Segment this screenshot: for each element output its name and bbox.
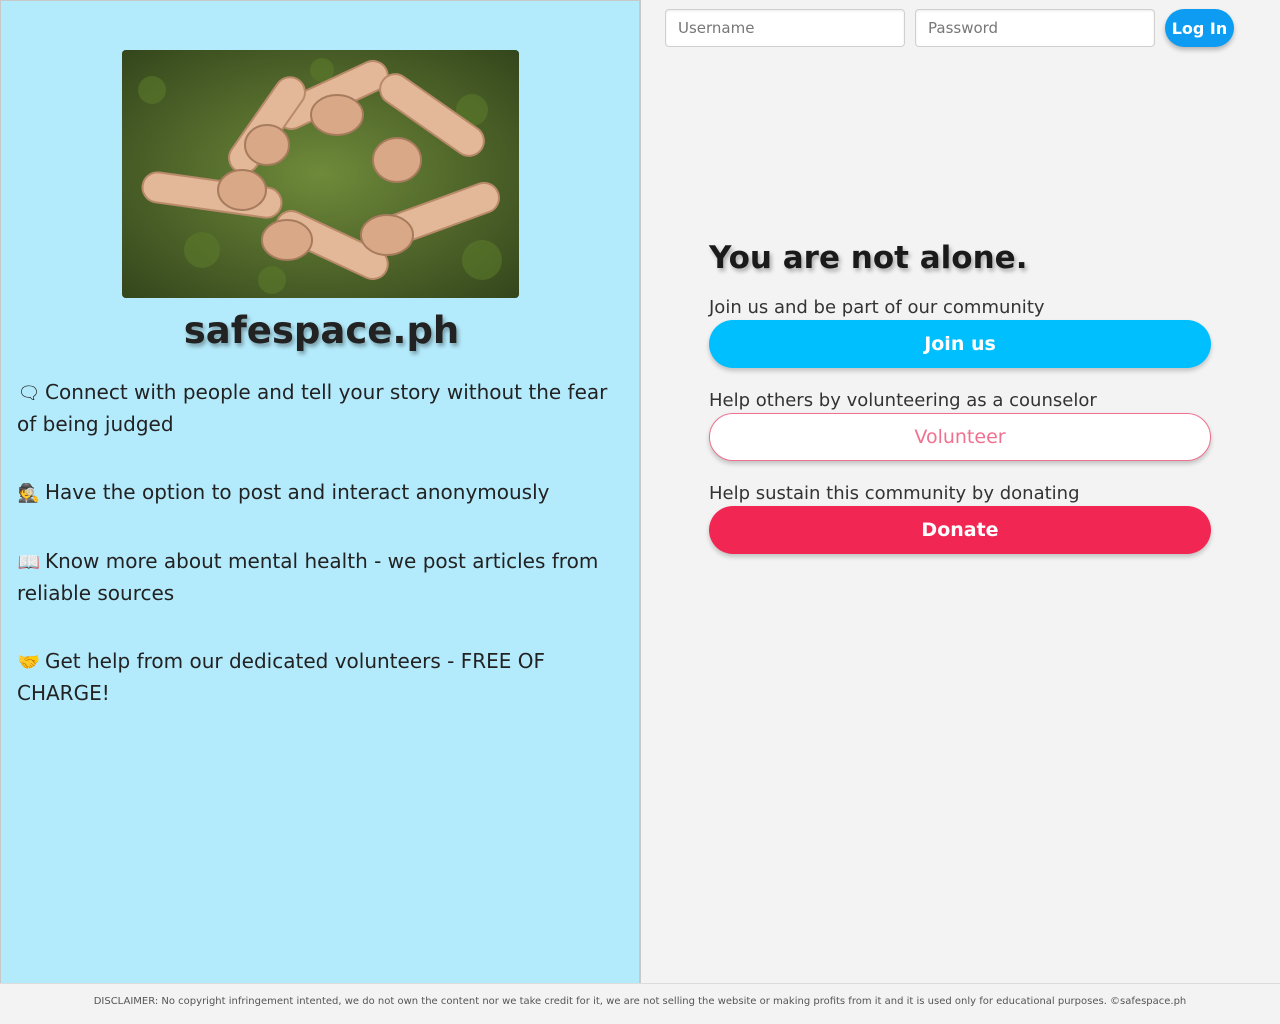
user-secret-icon: 🕵 — [17, 483, 41, 504]
hands-circle-photo — [122, 50, 519, 298]
feature-text: Connect with people and tell your story … — [17, 380, 608, 436]
feature-text: Know more about mental health - we post … — [17, 549, 599, 605]
feature-anonymous: 🕵 Have the option to post and interact an… — [17, 477, 617, 509]
hands-helping-icon: 🤝 — [17, 652, 41, 673]
cta-section: You are not alone. Join us and be part o… — [709, 240, 1211, 576]
volunteer-description: Help others by volunteering as a counsel… — [709, 390, 1097, 411]
left-panel: safespace.ph 🗨 Connect with people and te… — [0, 0, 641, 983]
username-input[interactable] — [665, 9, 905, 47]
hero-image — [122, 50, 519, 298]
brand-title: safespace.ph — [183, 309, 460, 352]
features-list: 🗨 Connect with people and tell your story… — [17, 377, 617, 746]
feature-connect: 🗨 Connect with people and tell your story… — [17, 377, 617, 440]
feature-volunteers: 🤝 Get help from our dedicated volunteers … — [17, 646, 617, 709]
feature-text: Get help from our dedicated volunteers -… — [17, 649, 545, 705]
book-open-icon: 📖 — [17, 552, 41, 573]
feature-articles: 📖 Know more about mental health - we post… — [17, 546, 617, 609]
volunteer-button[interactable]: Volunteer — [709, 413, 1211, 461]
password-input[interactable] — [915, 9, 1155, 47]
donate-button[interactable]: Donate — [709, 506, 1211, 554]
join-description: Join us and be part of our community — [709, 297, 1045, 318]
donate-description: Help sustain this community by donating — [709, 483, 1080, 504]
login-button[interactable]: Log In — [1165, 9, 1234, 47]
join-button[interactable]: Join us — [709, 320, 1211, 368]
chat-bubbles-icon: 🗨 — [17, 383, 41, 404]
cta-title: You are not alone. — [709, 240, 1028, 276]
footer-disclaimer: DISCLAIMER: No copyright infringement in… — [0, 983, 1280, 1024]
feature-text: Have the option to post and interact ano… — [45, 480, 550, 504]
